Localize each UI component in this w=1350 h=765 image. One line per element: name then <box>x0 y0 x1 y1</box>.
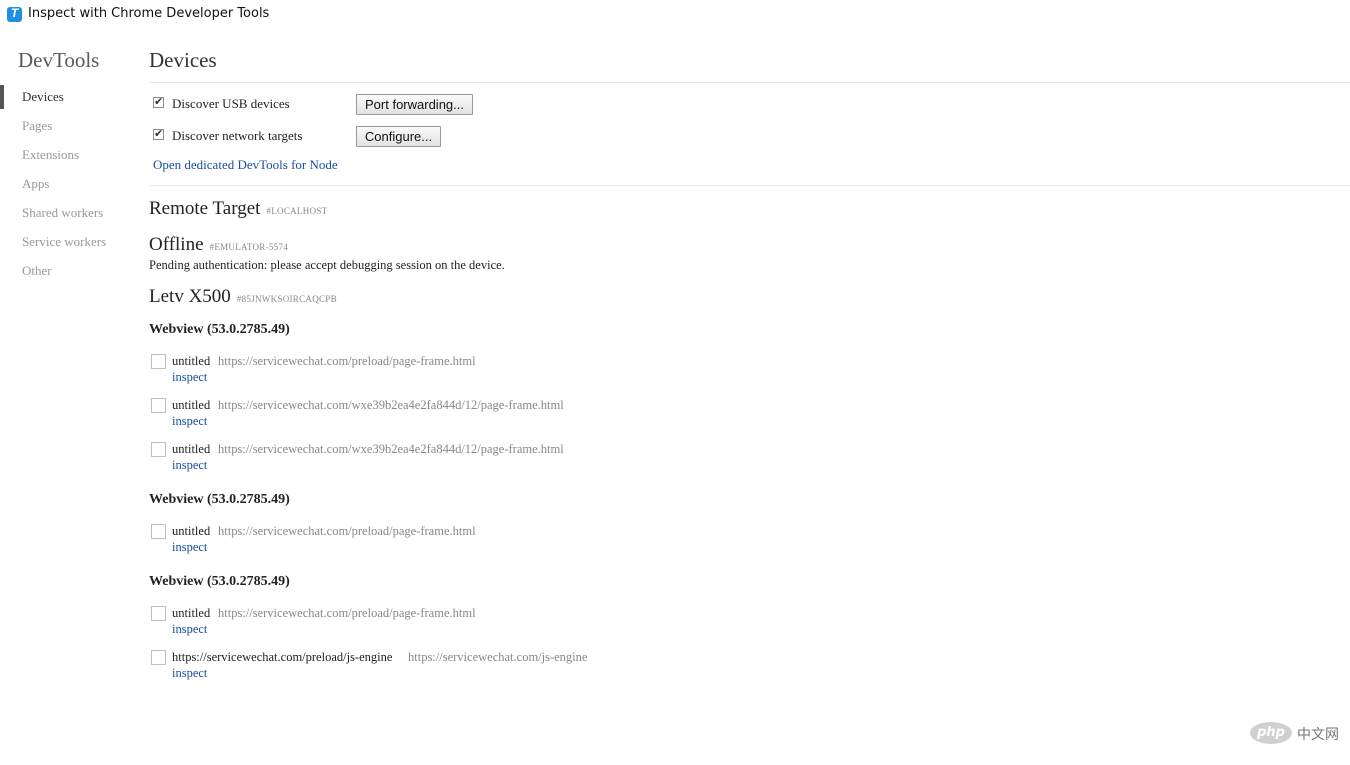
inspect-link[interactable]: inspect <box>172 666 207 681</box>
target-url: https://servicewechat.com/preload/page-f… <box>218 524 476 538</box>
options-divider <box>149 185 1350 186</box>
app-icon: T <box>7 6 22 22</box>
device-offline: Offline #EMULATOR-5574 <box>149 234 288 256</box>
php-logo: php <box>1250 722 1292 744</box>
inspect-link[interactable]: inspect <box>172 622 207 637</box>
target-name: untitled <box>172 524 211 538</box>
checkmark-icon: ✔ <box>154 127 164 140</box>
target-thumbnail <box>151 524 166 539</box>
target-url: https://servicewechat.com/wxe39b2ea4e2fa… <box>218 442 564 456</box>
device-letv: Letv X500 #85JNWKSOIRCAQCPB <box>149 286 337 308</box>
inspect-link[interactable]: inspect <box>172 414 207 429</box>
browser-title: Webview (53.0.2785.49) <box>149 574 290 589</box>
usb-checkbox[interactable]: ✔ <box>153 95 164 108</box>
device-serial: #EMULATOR-5574 <box>209 242 289 252</box>
target-url: https://servicewechat.com/preload/page-f… <box>218 606 476 620</box>
checkmark-icon: ✔ <box>154 95 164 108</box>
target-name: untitled <box>172 398 211 412</box>
target-name: untitled <box>172 354 211 368</box>
device-serial: #LOCALHOST <box>266 206 328 216</box>
watermark-text: 中文网 <box>1297 727 1339 743</box>
title-bar: T Inspect with Chrome Developer Tools <box>0 0 1350 30</box>
nav-pages[interactable]: Pages <box>0 114 130 138</box>
device-serial: #85JNWKSOIRCAQCPB <box>236 294 337 304</box>
nav-devices[interactable]: Devices <box>0 85 130 109</box>
target-thumbnail <box>151 398 166 413</box>
inspect-link[interactable]: inspect <box>172 370 207 385</box>
target-url: https://servicewechat.com/js-engine <box>408 650 588 664</box>
configure-button[interactable]: Configure... <box>356 126 441 147</box>
target-thumbnail <box>151 650 166 665</box>
node-devtools-link[interactable]: Open dedicated DevTools for Node <box>153 157 338 173</box>
target-name: untitled <box>172 442 211 456</box>
window-title: Inspect with Chrome Developer Tools <box>28 6 270 21</box>
target-thumbnail <box>151 442 166 457</box>
target-thumbnail <box>151 354 166 369</box>
network-label: Discover network targets <box>172 128 303 143</box>
browser-title: Webview (53.0.2785.49) <box>149 322 290 337</box>
device-status: Pending authentication: please accept de… <box>149 258 505 272</box>
network-checkbox[interactable]: ✔ <box>153 127 164 140</box>
target-thumbnail <box>151 606 166 621</box>
nav-service-workers[interactable]: Service workers <box>0 230 130 254</box>
device-remote-target: Remote Target #LOCALHOST <box>149 198 327 220</box>
nav-shared-workers[interactable]: Shared workers <box>0 201 130 225</box>
page-title: Devices <box>149 48 217 72</box>
device-name: Remote Target <box>149 198 261 219</box>
nav-other[interactable]: Other <box>0 259 130 283</box>
target-url: https://servicewechat.com/preload/page-f… <box>218 354 476 368</box>
target-name: https://servicewechat.com/preload/js-eng… <box>172 650 393 664</box>
nav-extensions[interactable]: Extensions <box>0 143 130 167</box>
port-forwarding-button[interactable]: Port forwarding... <box>356 94 473 115</box>
browser-title: Webview (53.0.2785.49) <box>149 492 290 507</box>
nav-apps[interactable]: Apps <box>0 172 130 196</box>
device-name: Offline <box>149 234 204 255</box>
inspect-link[interactable]: inspect <box>172 540 207 555</box>
sidebar-title: DevTools <box>18 48 100 72</box>
inspect-link[interactable]: inspect <box>172 458 207 473</box>
header-divider <box>149 82 1350 83</box>
usb-label: Discover USB devices <box>172 96 290 111</box>
device-name: Letv X500 <box>149 286 231 307</box>
target-name: untitled <box>172 606 211 620</box>
target-url: https://servicewechat.com/wxe39b2ea4e2fa… <box>218 398 564 412</box>
